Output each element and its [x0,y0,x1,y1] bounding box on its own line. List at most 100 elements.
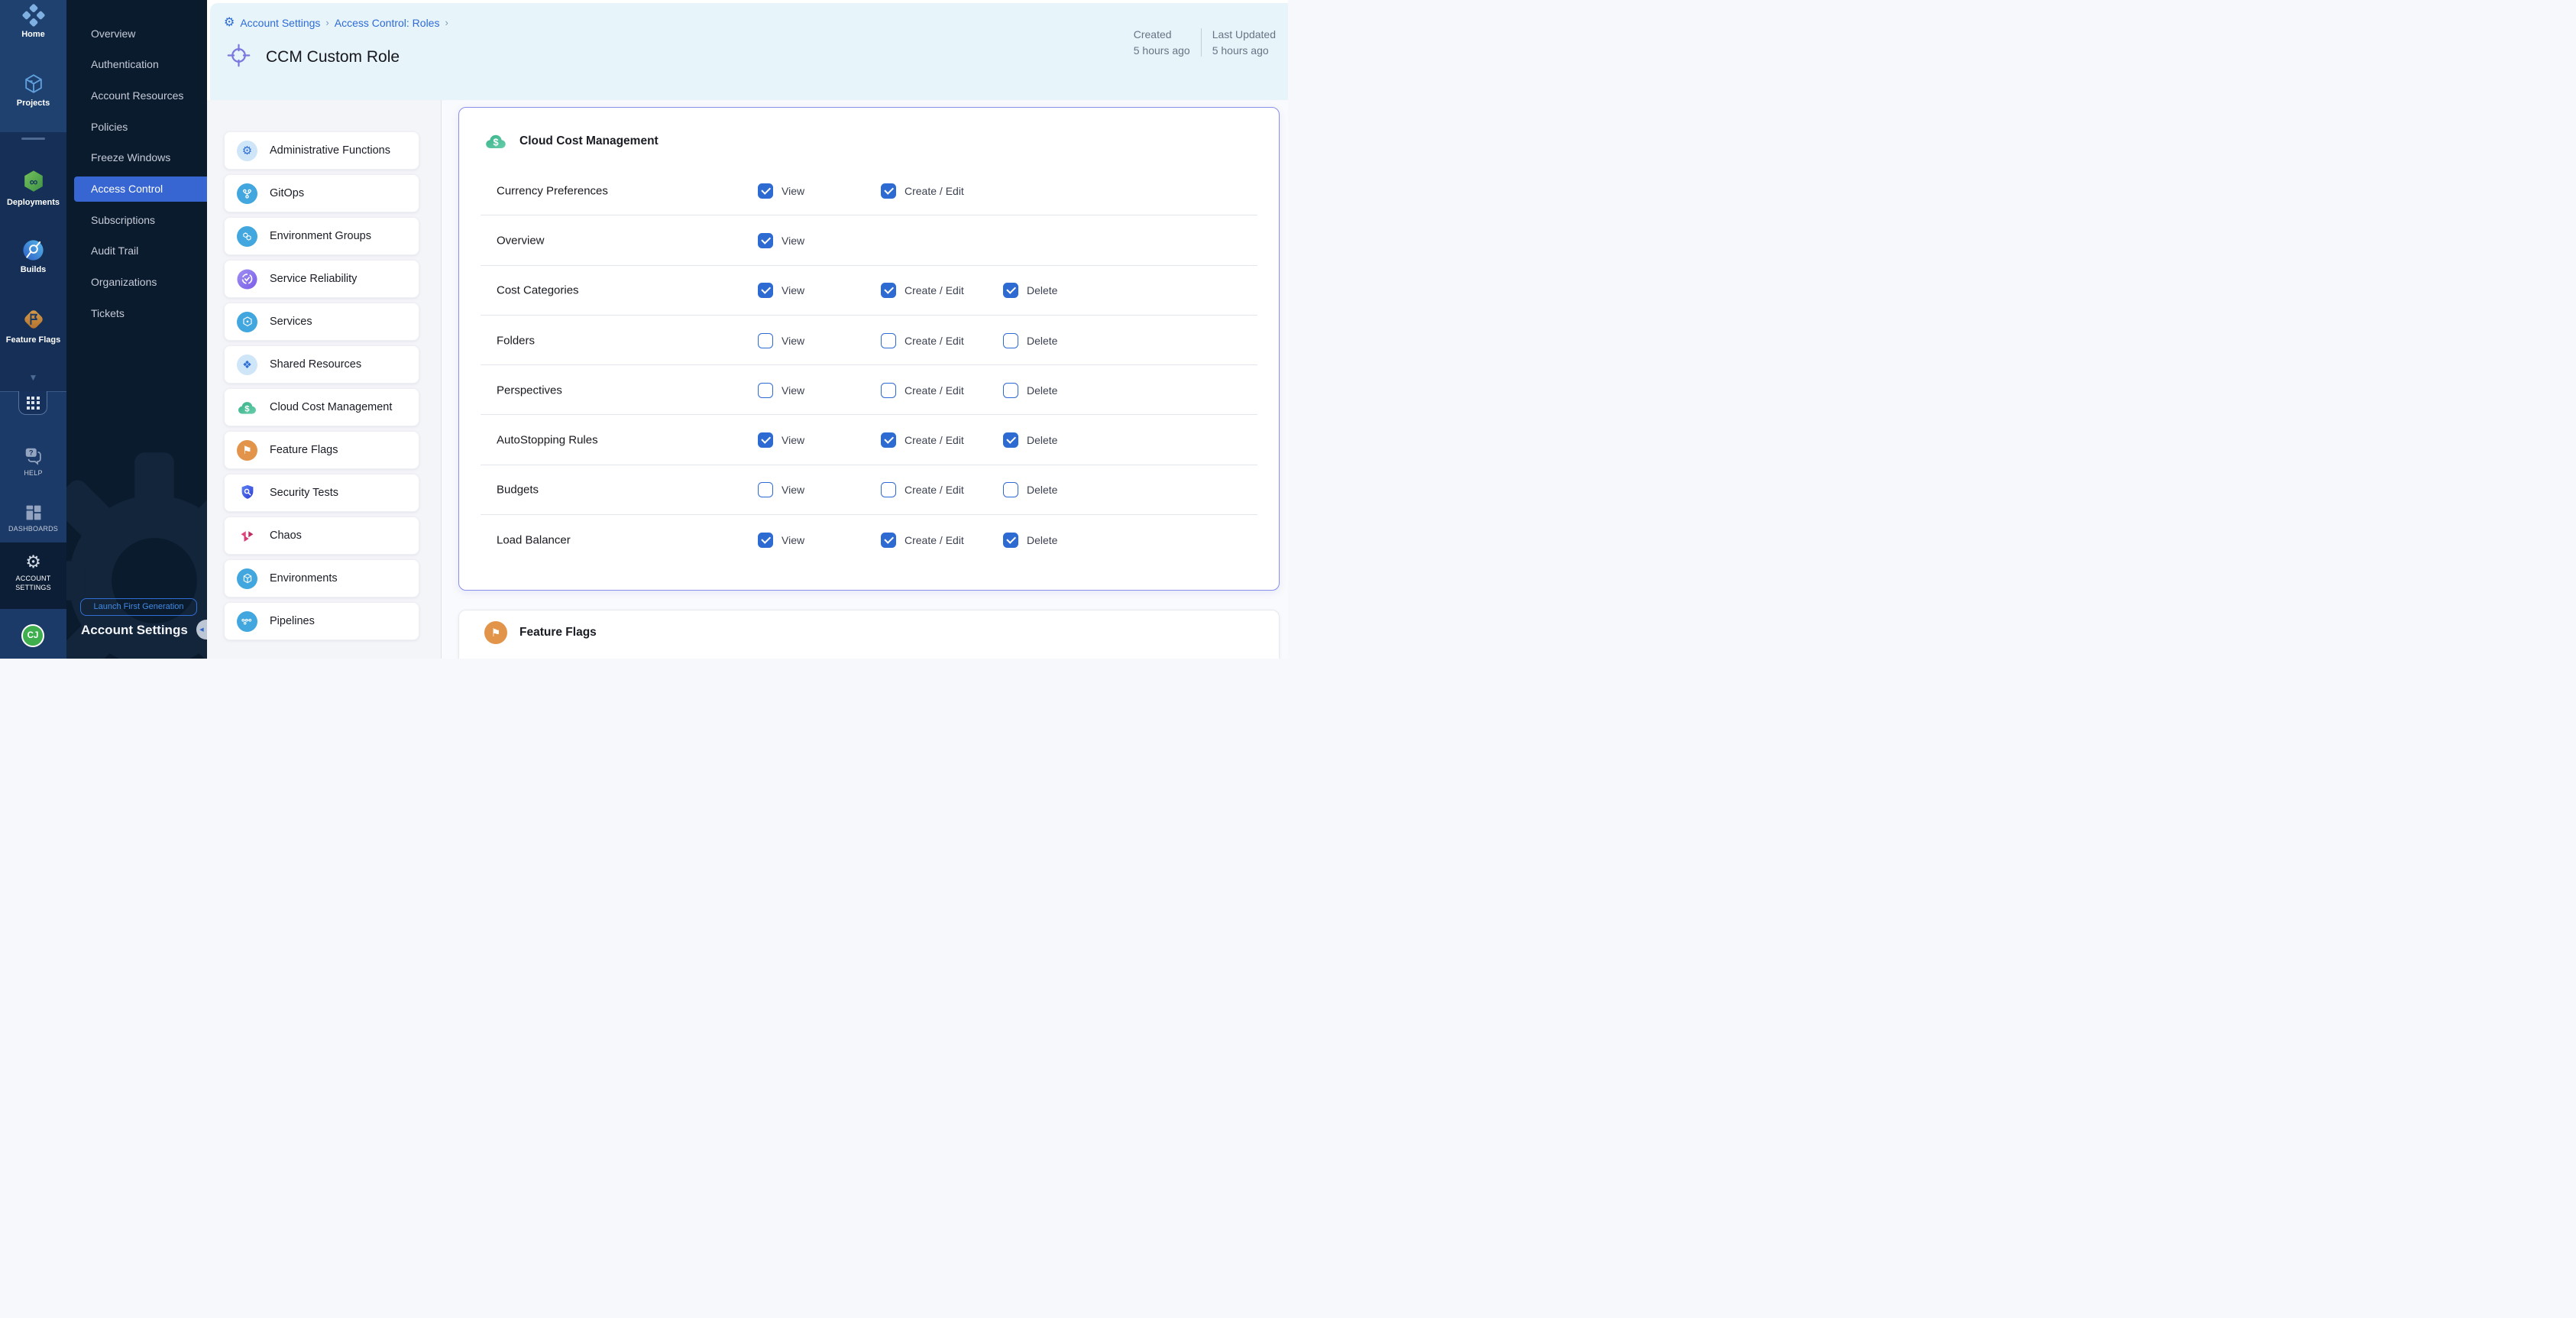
nav-item-account-settings[interactable]: ⚙ ACCOUNT SETTINGS [0,552,66,592]
environments-icon [237,568,257,589]
sidebar-item-audit-trail[interactable]: Audit Trail [66,238,207,264]
category-item-environments[interactable]: Environments [224,559,419,597]
checkbox-view-overview[interactable]: View [758,233,804,248]
checkbox-delete-folders[interactable]: Delete [1003,333,1057,348]
category-item-services[interactable]: Services [224,303,419,341]
checkbox-checked-icon[interactable] [758,233,773,248]
nav-item-help[interactable]: ? HELP [0,445,66,477]
checkbox-unchecked-icon[interactable] [1003,383,1018,398]
category-item-chaos[interactable]: Chaos [224,517,419,555]
nav-item-deployments[interactable]: ∞ Deployments [0,168,66,207]
category-item-security-tests[interactable]: Security Tests [224,474,419,512]
checkbox-unchecked-icon[interactable] [1003,482,1018,497]
sidebar-item-policies[interactable]: Policies [66,115,207,140]
checkbox-view-autostopping-rules[interactable]: View [758,432,804,448]
deployments-hexagon-icon: ∞ [0,168,66,196]
breadcrumb-links: Account Settings›Access Control: Roles› [240,17,448,29]
sidebar-item-tickets[interactable]: Tickets [66,301,207,326]
sidebar-item-account-resources[interactable]: Account Resources [66,83,207,108]
category-label: Security Tests [270,487,338,499]
checkbox-checked-icon[interactable] [758,533,773,548]
checkbox-checked-icon[interactable] [758,432,773,448]
checkbox-unchecked-icon[interactable] [758,383,773,398]
checkbox-checked-icon[interactable] [1003,283,1018,298]
checkbox-view-folders[interactable]: View [758,333,804,348]
category-item-environment-groups[interactable]: Environment Groups [224,217,419,255]
feature-flags-section-title: Feature Flags [519,626,597,640]
nav-item-projects-label: Projects [0,99,66,108]
checkbox-view-budgets[interactable]: View [758,482,804,497]
category-item-feature-flags[interactable]: ⚑Feature Flags [224,431,419,469]
checkbox-create-edit-load-balancer[interactable]: Create / Edit [881,533,964,548]
checkbox-view-perspectives[interactable]: View [758,383,804,398]
sidebar-item-authentication[interactable]: Authentication [66,52,207,77]
checkbox-label: Delete [1027,434,1057,446]
sidebar-item-freeze-windows[interactable]: Freeze Windows [66,145,207,170]
breadcrumb-link-access-control-roles[interactable]: Access Control: Roles [335,17,440,29]
rail-divider [21,138,45,140]
launch-first-generation-button[interactable]: Launch First Generation [80,598,197,616]
checkbox-create-edit-perspectives[interactable]: Create / Edit [881,383,964,398]
checkbox-checked-icon[interactable] [881,533,896,548]
sidebar-item-access-control[interactable]: Access Control [74,176,207,202]
checkbox-view-cost-categories[interactable]: View [758,283,804,298]
nav-item-feature-flags[interactable]: Feature Flags [0,306,66,345]
checkbox-checked-icon[interactable] [881,432,896,448]
checkbox-delete-perspectives[interactable]: Delete [1003,383,1057,398]
user-avatar[interactable]: CJ [21,624,44,647]
checkbox-delete-budgets[interactable]: Delete [1003,482,1057,497]
checkbox-checked-icon[interactable] [881,183,896,199]
checkbox-checked-icon[interactable] [758,283,773,298]
meta-value: 5 hours ago [1212,44,1276,57]
permission-row-label: Folders [497,334,535,347]
checkbox-checked-icon[interactable] [1003,432,1018,448]
checkbox-create-edit-budgets[interactable]: Create / Edit [881,482,964,497]
sidebar-item-organizations[interactable]: Organizations [66,270,207,295]
checkbox-delete-autostopping-rules[interactable]: Delete [1003,432,1057,448]
category-item-gitops[interactable]: GitOps [224,174,419,212]
checkbox-create-edit-currency-preferences[interactable]: Create / Edit [881,183,964,199]
checkbox-create-edit-autostopping-rules[interactable]: Create / Edit [881,432,964,448]
checkbox-delete-load-balancer[interactable]: Delete [1003,533,1057,548]
checkbox-unchecked-icon[interactable] [758,482,773,497]
checkbox-label: Delete [1027,534,1057,546]
help-chat-icon: ? [0,445,66,467]
category-item-service-reliability[interactable]: Service Reliability [224,260,419,298]
category-item-shared-resources[interactable]: ❖Shared Resources [224,345,419,384]
checkbox-checked-icon[interactable] [758,183,773,199]
checkbox-unchecked-icon[interactable] [758,333,773,348]
nav-item-home[interactable]: Home [0,3,66,39]
category-item-cloud-cost-management[interactable]: $Cloud Cost Management [224,388,419,426]
sidebar-item-overview[interactable]: Overview [66,21,207,47]
checkbox-label: View [782,284,804,296]
meta-last-updated: Last Updated5 hours ago [1201,28,1277,57]
checkbox-unchecked-icon[interactable] [1003,333,1018,348]
nav-item-builds[interactable]: Builds [0,237,66,274]
nav-item-dashboards[interactable]: DASHBOARDS [0,503,66,533]
permission-row-overview: OverviewView [459,215,1279,265]
ccm-section-header: $ Cloud Cost Management [484,130,659,153]
nav-item-projects[interactable]: Projects [0,72,66,108]
module-picker-button[interactable] [18,391,47,415]
checkbox-view-load-balancer[interactable]: View [758,533,804,548]
checkbox-create-edit-cost-categories[interactable]: Create / Edit [881,283,964,298]
checkbox-delete-cost-categories[interactable]: Delete [1003,283,1057,298]
sidebar-item-subscriptions[interactable]: Subscriptions [66,208,207,233]
checkbox-create-edit-folders[interactable]: Create / Edit [881,333,964,348]
checkbox-unchecked-icon[interactable] [881,383,896,398]
checkbox-view-currency-preferences[interactable]: View [758,183,804,199]
breadcrumb: ⚙ Account Settings›Access Control: Roles… [224,16,448,29]
admin-gear-icon: ⚙ [237,141,257,161]
rail-more-modules[interactable]: ▼ [0,372,66,383]
checkbox-checked-icon[interactable] [1003,533,1018,548]
breadcrumb-link-account-settings[interactable]: Account Settings [240,17,320,29]
chevron-down-icon: ▼ [0,372,66,383]
checkbox-unchecked-icon[interactable] [881,333,896,348]
category-item-administrative-functions[interactable]: ⚙Administrative Functions [224,131,419,170]
checkbox-checked-icon[interactable] [881,283,896,298]
cloud-cost-icon: $ [237,397,257,418]
category-item-pipelines[interactable]: Pipelines [224,602,419,640]
checkbox-unchecked-icon[interactable] [881,482,896,497]
svg-text:?: ? [28,449,33,457]
content-area: ⚙Administrative Functions GitOps Environme… [207,100,1288,659]
